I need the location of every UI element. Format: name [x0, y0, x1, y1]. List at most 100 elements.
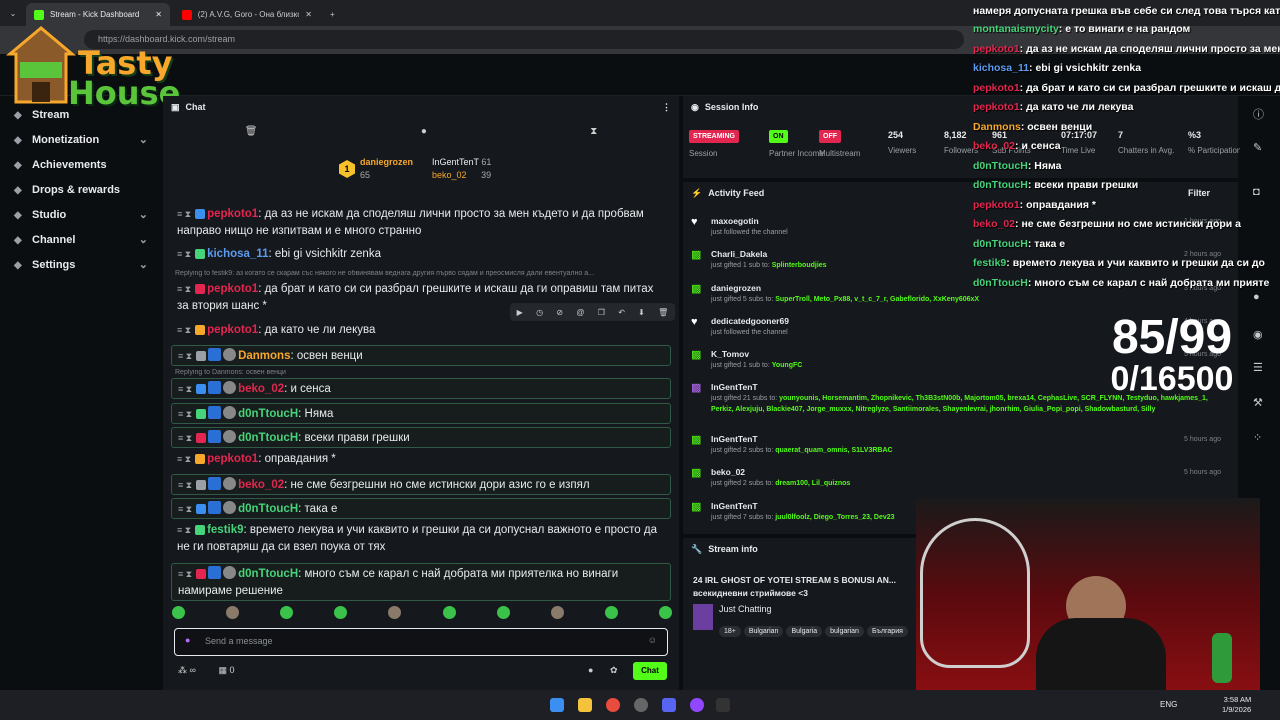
chat-username[interactable]: Danmons: [238, 350, 290, 362]
emoji-icon[interactable]: ☺: [648, 635, 657, 645]
twitch-icon[interactable]: [690, 698, 704, 712]
emote-icon[interactable]: [226, 606, 240, 619]
emote-icon[interactable]: [172, 606, 185, 619]
chat-message[interactable]: ≡ ⧗ d0nTtoucH: всеки прави грешки: [171, 427, 671, 448]
ban-icon[interactable]: ⊘: [556, 308, 563, 317]
message-menu-icon[interactable]: ≡ ⧗: [178, 384, 192, 394]
chat-username[interactable]: d0nTtoucH: [238, 503, 298, 515]
sidebar-item-drops-rewards[interactable]: ◆ Drops & rewards: [0, 177, 162, 202]
timeout-icon[interactable]: ◷: [536, 308, 543, 317]
message-menu-icon[interactable]: ≡ ⧗: [178, 409, 192, 419]
sidebar-item-studio[interactable]: ◆ Studio ⌄: [0, 202, 162, 227]
chat-username[interactable]: beko_02: [238, 383, 284, 395]
emote-icon[interactable]: [496, 606, 510, 619]
chat-message[interactable]: ≡ ⧗ beko_02: и сенса: [171, 378, 671, 399]
file-explorer-icon[interactable]: [578, 698, 592, 712]
play-icon[interactable]: ▶: [517, 308, 523, 317]
pin-icon[interactable]: ⬇: [638, 308, 645, 317]
terminal-icon[interactable]: [716, 698, 730, 712]
chat-message[interactable]: ≡ ⧗ d0nTtoucH: Няма: [171, 403, 671, 424]
chat-username[interactable]: d0nTtoucH: [238, 432, 298, 444]
chat-input[interactable]: ● Send a message ☺: [174, 628, 668, 656]
discord-icon[interactable]: [662, 698, 676, 712]
close-tab-icon[interactable]: ✕: [155, 10, 162, 19]
message-menu-icon[interactable]: ≡ ⧗: [177, 325, 191, 335]
message-menu-icon[interactable]: ≡ ⧗: [178, 480, 192, 490]
tab-list-button[interactable]: ⌄: [4, 5, 22, 21]
copy-icon[interactable]: ❐: [598, 308, 605, 317]
chat-username[interactable]: d0nTtoucH: [238, 408, 298, 420]
chat-username[interactable]: kichosa_11: [207, 248, 268, 260]
message-menu-icon[interactable]: ≡ ⧗: [177, 209, 191, 219]
chat-message[interactable]: ≡ ⧗ kichosa_11: ebi gi vsichkitr zenka: [171, 246, 671, 263]
message-menu-icon[interactable]: ≡ ⧗: [178, 569, 192, 579]
new-tab-button[interactable]: +: [322, 3, 343, 26]
message-menu-icon[interactable]: ≡ ⧗: [177, 525, 191, 535]
chevron-down-icon[interactable]: ⌄: [139, 208, 148, 221]
more-icon[interactable]: ⋮: [662, 102, 671, 113]
share-icon[interactable]: ⁘: [1253, 431, 1262, 444]
emote-icon[interactable]: [388, 606, 402, 619]
stream-tag[interactable]: България: [866, 626, 908, 637]
message-menu-icon[interactable]: ≡ ⧗: [178, 504, 192, 514]
at-icon[interactable]: @: [576, 308, 584, 317]
message-menu-icon[interactable]: ≡ ⧗: [177, 249, 191, 259]
users-icon[interactable]: ⁂: [178, 665, 187, 675]
stream-tag[interactable]: 18+: [719, 626, 741, 637]
message-menu-icon[interactable]: ≡ ⧗: [177, 284, 191, 294]
message-menu-icon[interactable]: ≡ ⧗: [178, 433, 192, 443]
tab-youtube[interactable]: (2) A.V.G, Goro - Она близко (✕: [174, 3, 320, 26]
chat-message[interactable]: ≡ ⧗ d0nTtoucH: много съм се карал с най д…: [171, 563, 671, 601]
chat-bubble-icon[interactable]: ●: [588, 665, 593, 675]
chat-username[interactable]: pepkoto1: [207, 324, 258, 336]
emote-icon[interactable]: [604, 606, 618, 619]
emote-icon[interactable]: [658, 606, 672, 619]
clock[interactable]: 3:58 AM 1/9/2026: [1222, 695, 1251, 715]
sidebar-item-channel[interactable]: ◆ Channel ⌄: [0, 227, 162, 252]
chevron-down-icon[interactable]: ⌄: [139, 133, 148, 146]
tool-icon[interactable]: ⚒: [1253, 396, 1263, 409]
chrome-icon[interactable]: [606, 698, 620, 712]
sidebar-item-monetization[interactable]: ◆ Monetization ⌄: [0, 127, 162, 152]
mic-icon[interactable]: ●: [185, 635, 190, 645]
reply-icon[interactable]: ↶: [618, 308, 625, 317]
chat-username[interactable]: festik9: [207, 524, 243, 536]
stream-tag[interactable]: bulgarian: [825, 626, 864, 637]
settings-gear-icon[interactable]: ✿: [610, 665, 618, 675]
activity-user[interactable]: InGentTenT: [711, 434, 1231, 445]
chat-message[interactable]: ≡ ⧗ beko_02: не сме безгрешни но сме исти…: [171, 474, 671, 495]
chevron-down-icon[interactable]: ⌄: [139, 258, 148, 271]
chat-message[interactable]: ≡ ⧗ pepkoto1: да като че ли лекува: [171, 322, 671, 339]
url-field[interactable]: https://dashboard.kick.com/stream: [84, 30, 964, 49]
hourglass-icon[interactable]: ⧗: [590, 126, 597, 137]
obs-icon[interactable]: [634, 698, 648, 712]
emote-icon[interactable]: [280, 606, 294, 619]
chat-username[interactable]: pepkoto1: [207, 283, 258, 295]
stream-tag[interactable]: Bulgarian: [743, 626, 784, 637]
close-tab-icon[interactable]: ✕: [305, 10, 312, 19]
activity-user[interactable]: beko_02: [711, 467, 1231, 478]
language-indicator[interactable]: ENG: [1160, 700, 1177, 709]
chat-username[interactable]: beko_02: [238, 479, 284, 491]
stream-tag[interactable]: Bulgaria: [786, 626, 823, 637]
message-icon[interactable]: ●: [421, 126, 427, 137]
chat-message[interactable]: ≡ ⧗ pepkoto1: оправдания *: [171, 451, 671, 468]
sidebar-item-settings[interactable]: ◆ Settings ⌄: [0, 252, 162, 277]
chat-username[interactable]: pepkoto1: [207, 453, 258, 465]
chat-message[interactable]: ≡ ⧗ Danmons: освен венци: [171, 345, 671, 366]
chat-message[interactable]: ≡ ⧗ festik9: времето лекува и учи каквито…: [171, 522, 671, 556]
list-icon[interactable]: ☰: [1253, 361, 1263, 374]
sidebar-item-achievements[interactable]: ◆ Achievements: [0, 152, 162, 177]
trash-icon[interactable]: 🗑: [245, 126, 258, 137]
broadcast-icon[interactable]: ◉: [1253, 328, 1263, 341]
chat-username[interactable]: d0nTtoucH: [238, 568, 298, 580]
delete-icon[interactable]: 🗑: [658, 308, 668, 317]
emote-icon[interactable]: [334, 606, 348, 619]
message-menu-icon[interactable]: ≡ ⧗: [178, 351, 192, 361]
send-chat-button[interactable]: Chat: [633, 662, 667, 680]
chat-username[interactable]: pepkoto1: [207, 208, 258, 220]
chat-message[interactable]: ≡ ⧗ pepkoto1: да аз не искам да споделяш …: [171, 206, 671, 240]
chat-message[interactable]: ≡ ⧗ d0nTtoucH: така е: [171, 498, 671, 519]
emote-icon[interactable]: [442, 606, 456, 619]
chevron-down-icon[interactable]: ⌄: [139, 233, 148, 246]
